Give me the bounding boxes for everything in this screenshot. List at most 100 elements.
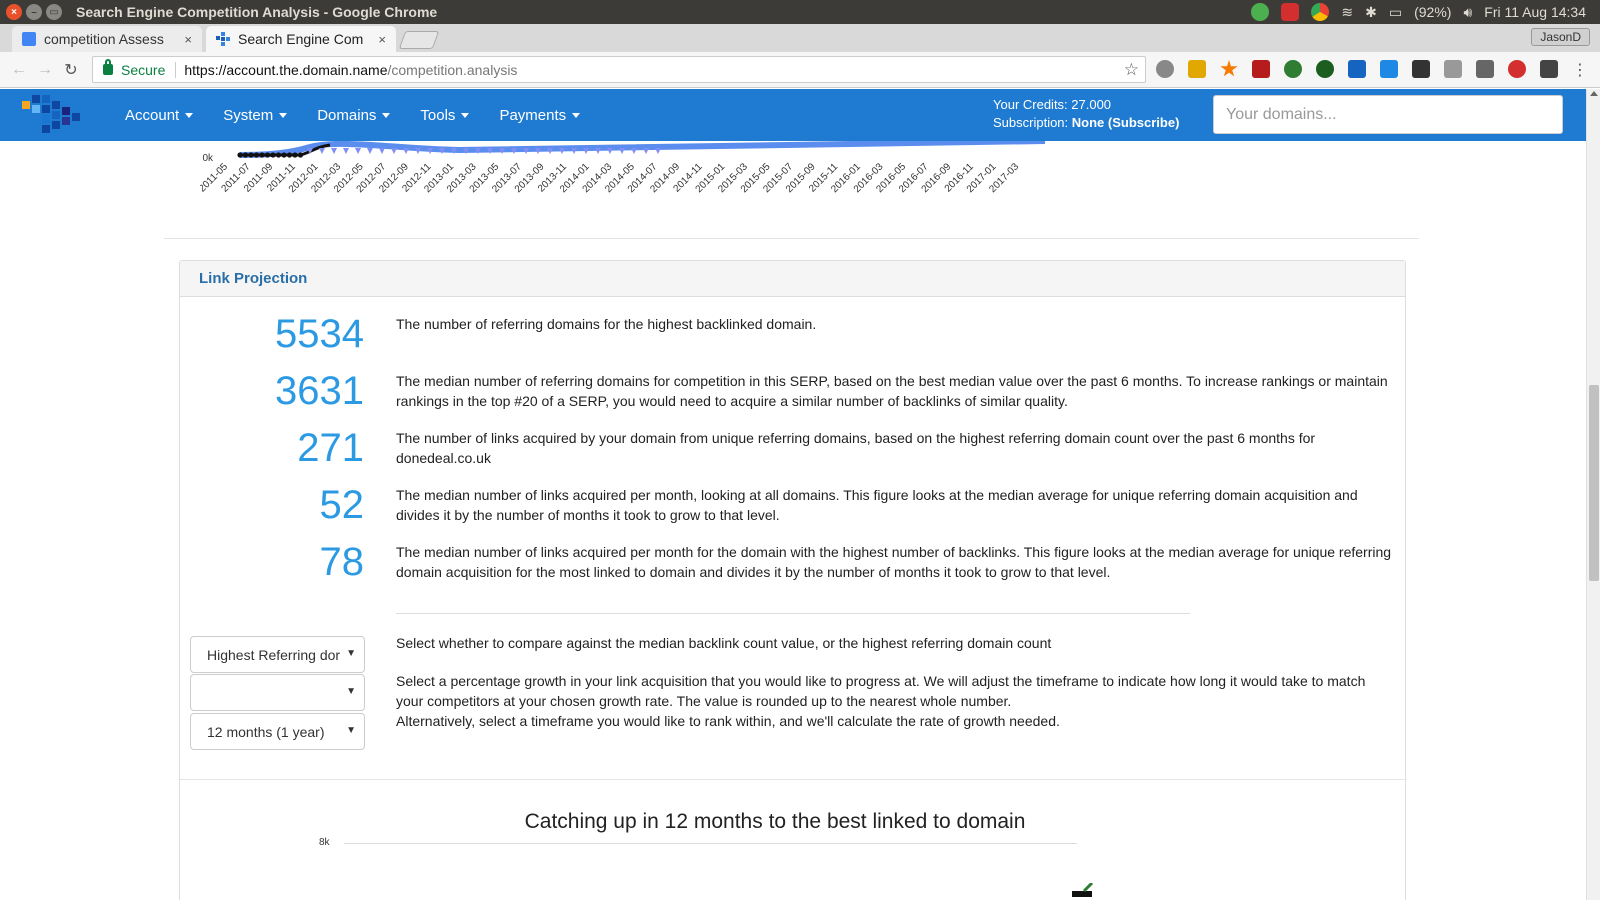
close-tab-icon[interactable]: × xyxy=(184,32,192,47)
tab-label: Search Engine Com xyxy=(238,31,364,47)
extension-circle-icon[interactable] xyxy=(1284,60,1302,78)
nav-label: Payments xyxy=(499,106,567,124)
bluetooth-icon[interactable]: ✱ xyxy=(1365,4,1377,21)
data-point xyxy=(253,152,260,158)
extension-star-icon[interactable] xyxy=(1220,60,1238,77)
bookmark-star-icon[interactable]: ☆ xyxy=(1124,60,1139,80)
data-point xyxy=(655,148,661,154)
nav-account[interactable]: Account xyxy=(125,106,194,124)
os-top-bar: × – ▭ Search Engine Competition Analysis… xyxy=(0,0,1600,24)
compare-select[interactable]: Highest Referring dor ▼ xyxy=(190,636,365,673)
data-point xyxy=(391,148,397,154)
stat-description: The median number of links acquired per … xyxy=(396,487,1358,523)
docs-icon xyxy=(22,32,36,46)
extension-red-icon[interactable] xyxy=(1508,60,1526,78)
maximize-window-button[interactable]: ▭ xyxy=(46,4,62,20)
extension-puzzle-icon[interactable] xyxy=(1444,60,1462,78)
timeframe-select[interactable]: 12 months (1 year) ▼ xyxy=(190,713,365,750)
new-tab-button[interactable] xyxy=(398,31,440,49)
nav-system[interactable]: System xyxy=(223,107,288,124)
scroll-up-arrow-icon[interactable] xyxy=(1590,91,1598,96)
forward-arrow-icon[interactable]: → xyxy=(32,61,58,79)
profile-button[interactable]: JasonD xyxy=(1531,28,1590,46)
divider xyxy=(396,613,1190,614)
data-point xyxy=(248,152,254,158)
tab-label: competition Assess xyxy=(44,31,164,47)
secure-label: Secure xyxy=(121,61,166,78)
extension-shield-icon[interactable] xyxy=(1252,60,1270,78)
back-arrow-icon[interactable]: ← xyxy=(6,61,32,79)
divider xyxy=(175,61,177,78)
data-point xyxy=(237,152,243,158)
dropdown-arrow-icon: ▼ xyxy=(346,648,356,659)
notification-icon[interactable] xyxy=(1281,3,1300,21)
stat-value: 3631 xyxy=(275,369,364,413)
growth-rate-select[interactable]: ▼ xyxy=(190,674,365,711)
battery-icon[interactable]: ▭ xyxy=(1389,4,1402,21)
data-point xyxy=(281,152,287,158)
y-tick-label: 8k xyxy=(319,837,330,848)
data-point xyxy=(319,148,325,154)
data-point xyxy=(331,148,337,154)
nav-tools[interactable]: Tools xyxy=(420,106,470,124)
extension-gear-icon[interactable] xyxy=(1156,60,1174,78)
data-point xyxy=(643,148,649,154)
stat-value: 5534 xyxy=(275,312,364,356)
stat-description: The median number of links acquired per … xyxy=(396,544,1392,580)
data-point xyxy=(403,148,409,154)
data-point xyxy=(259,152,265,158)
wifi-icon[interactable]: ≋ xyxy=(1341,4,1353,21)
data-point xyxy=(242,152,249,158)
dropdown-arrow-icon: ▼ xyxy=(346,686,356,697)
address-bar[interactable]: Secure https://account.the.domain.name/c… xyxy=(92,56,1146,83)
y-tick-label: 0k xyxy=(202,153,214,164)
growth-chart: 0k 2011-052011-072011-092011-112012-0120… xyxy=(200,141,1046,195)
extension-sync-icon[interactable] xyxy=(1380,60,1398,78)
domain-search-input[interactable] xyxy=(1213,95,1563,134)
nav-label: Tools xyxy=(420,106,456,124)
clock[interactable]: Fri 11 Aug 14:34 xyxy=(1484,4,1586,20)
projection-chart-title: Catching up in 12 months to the best lin… xyxy=(524,810,1026,833)
lock-icon[interactable] xyxy=(103,59,113,75)
nav-label: Account xyxy=(125,106,180,124)
page-content: 0k 2011-05 2011-07 2011-09 2011-11 2012-01 20… xyxy=(0,141,1586,900)
scrollbar-thumb[interactable] xyxy=(1589,385,1599,581)
extension-lock-icon[interactable] xyxy=(1188,60,1206,78)
extension-dark-icon[interactable] xyxy=(1540,60,1558,78)
subscribe-link[interactable]: None (Subscribe) xyxy=(1072,115,1180,130)
url-domain: https://account.the.domain.name xyxy=(184,61,388,78)
site-favicon-icon xyxy=(216,32,230,46)
panel-title: Link Projection xyxy=(180,261,1405,297)
credits-label: Your Credits: 27.000 xyxy=(993,97,1112,112)
stat-description: The number of links acquired by your dom… xyxy=(396,430,1316,466)
minimize-window-button[interactable]: – xyxy=(26,4,42,20)
extension-globe-icon[interactable] xyxy=(1316,60,1334,78)
subscription-prefix: Subscription: xyxy=(993,115,1069,130)
chrome-icon[interactable] xyxy=(1311,3,1330,21)
page-scrollbar[interactable] xyxy=(1586,89,1600,900)
nav-payments[interactable]: Payments xyxy=(499,106,581,124)
data-point xyxy=(355,148,361,154)
volume-icon[interactable]: 🔊︎ xyxy=(1463,4,1472,21)
growth-description: Select a percentage growth in your link … xyxy=(396,673,1366,709)
tab-search-engine[interactable]: Search Engine Com × xyxy=(206,26,396,52)
extension-box-icon[interactable] xyxy=(1476,60,1494,78)
system-tray: ≋ ✱ ▭ (92%) 🔊︎ Fri 11 Aug 14:34 xyxy=(1251,0,1586,24)
close-window-button[interactable]: × xyxy=(6,4,22,20)
nav-label: Domains xyxy=(317,106,377,124)
battery-level: (92%) xyxy=(1414,4,1452,20)
check-icon[interactable] xyxy=(1251,3,1270,21)
data-point xyxy=(275,152,282,158)
data-point xyxy=(619,148,625,154)
close-tab-icon[interactable]: × xyxy=(378,32,386,47)
site-logo[interactable] xyxy=(18,91,86,139)
extension-glasses-icon[interactable] xyxy=(1412,60,1430,78)
caret-down-icon xyxy=(382,112,391,118)
extension-y-icon[interactable] xyxy=(1348,60,1366,78)
browser-menu-icon[interactable]: ⋮ xyxy=(1572,60,1588,80)
tab-competition-assess[interactable]: competition Assess × xyxy=(12,26,202,52)
select-value: Highest Referring dor xyxy=(207,646,341,663)
nav-domains[interactable]: Domains xyxy=(317,106,391,124)
reload-icon[interactable]: ↻ xyxy=(58,60,84,80)
data-point xyxy=(292,152,298,158)
